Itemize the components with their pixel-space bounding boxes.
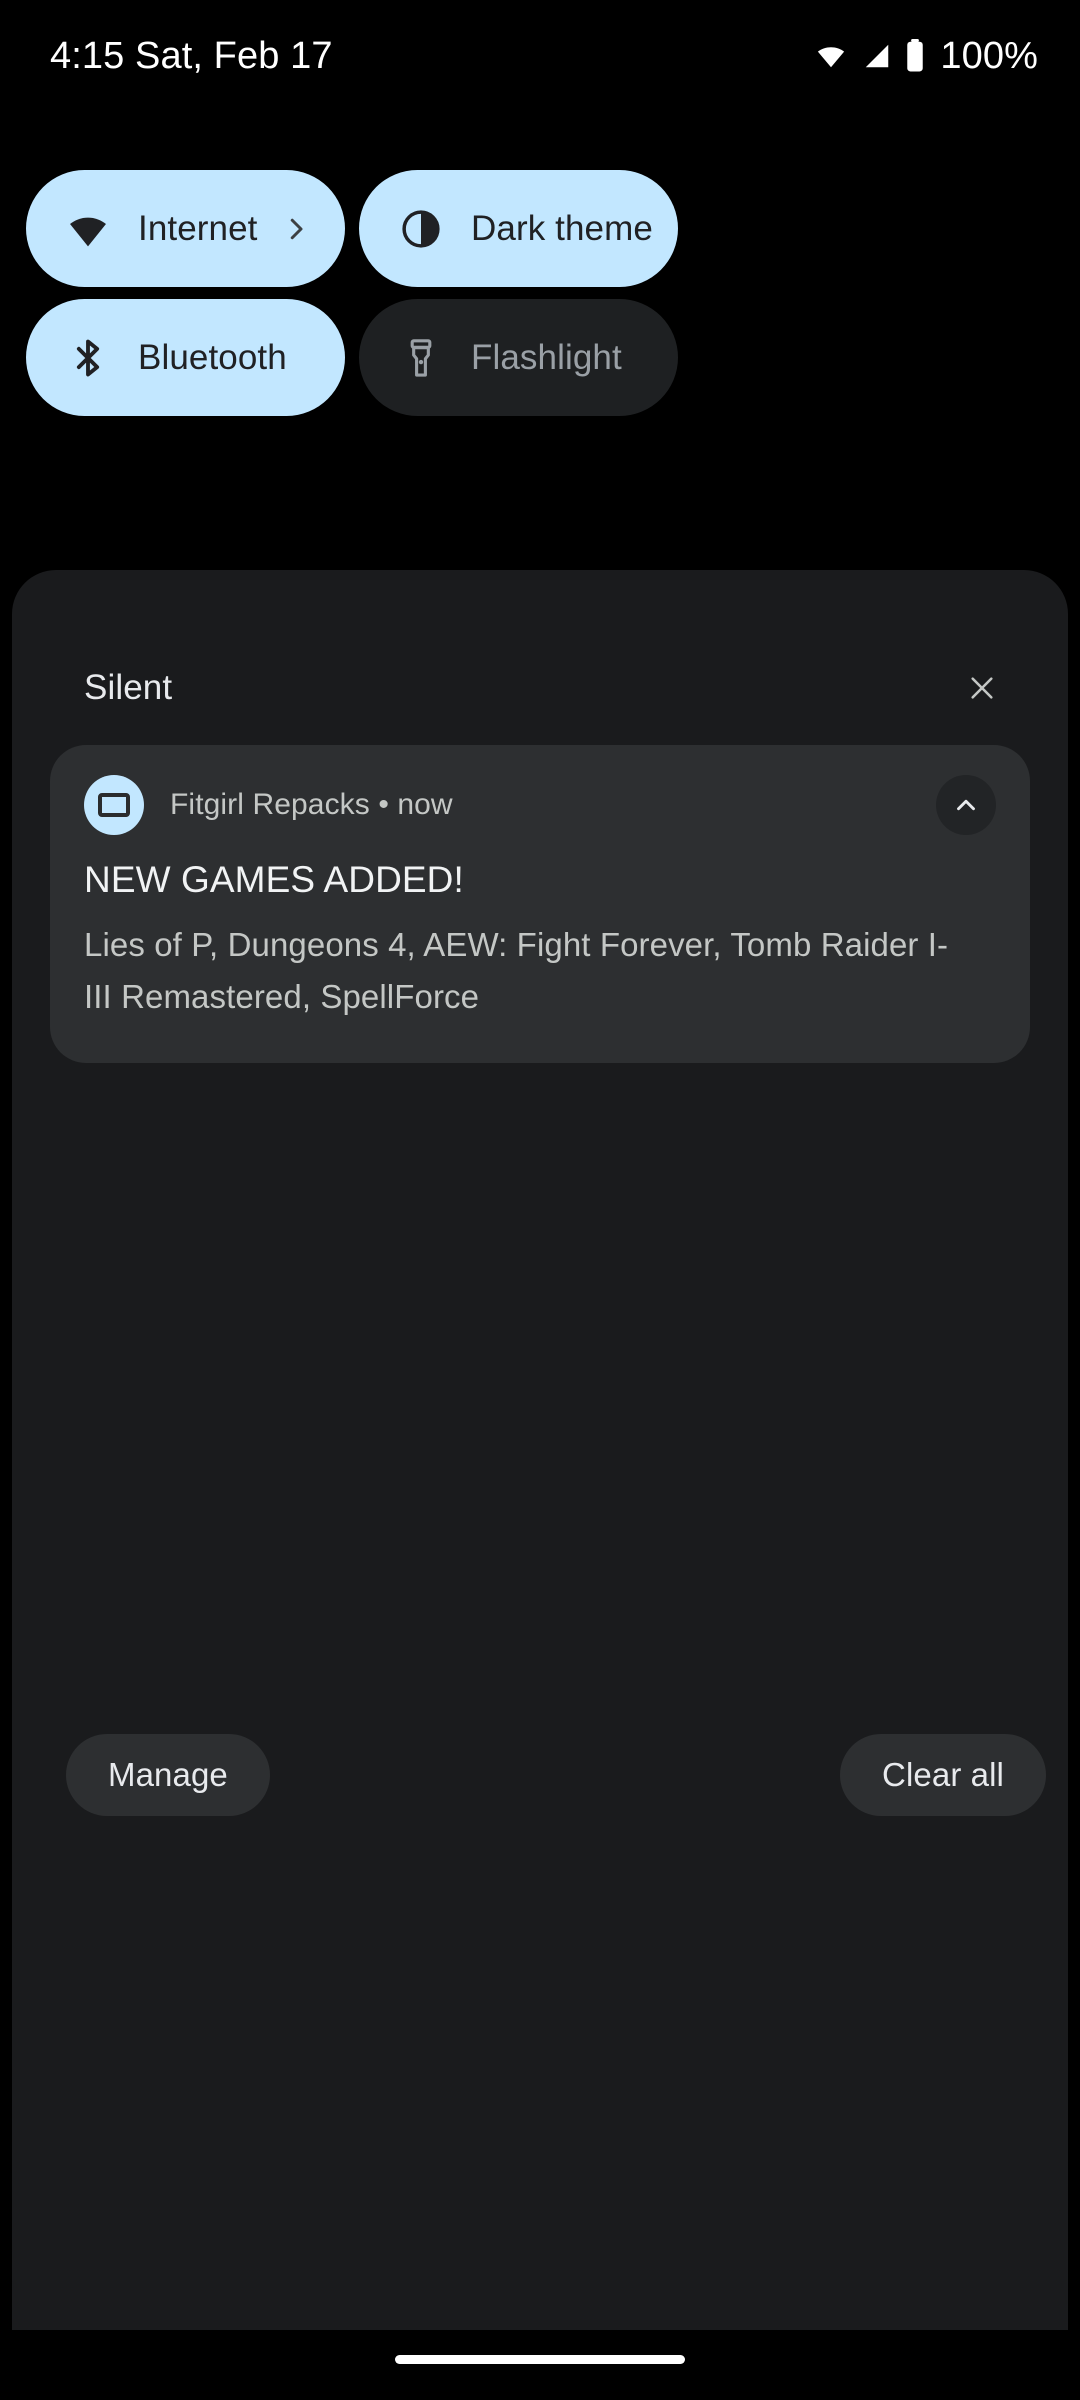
qs-tile-label-bluetooth: Bluetooth — [138, 337, 287, 377]
android-notification-shade: 4:15 Sat, Feb 17 100% Internet Dark them… — [0, 0, 1080, 2400]
battery-icon — [904, 39, 926, 73]
qs-tile-label-flashlight: Flashlight — [471, 337, 622, 377]
cellular-signal-icon — [860, 41, 894, 71]
flashlight-icon — [397, 334, 445, 382]
contrast-icon — [397, 205, 445, 253]
notification-body: Lies of P, Dungeons 4, AEW: Fight Foreve… — [84, 926, 949, 1015]
close-icon[interactable] — [956, 662, 1008, 714]
app-badge-icon — [84, 775, 144, 835]
qs-tile-bluetooth[interactable]: Bluetooth — [26, 299, 345, 416]
wifi-icon — [64, 205, 112, 253]
qs-tile-flashlight[interactable]: Flashlight — [359, 299, 678, 416]
bluetooth-icon — [64, 334, 112, 382]
notification-app-and-time: Fitgirl Repacks • now — [170, 788, 453, 821]
notification-section-header: Silent — [84, 658, 1008, 718]
chevron-up-icon[interactable] — [936, 775, 996, 835]
notification-card[interactable]: Fitgirl Repacks • now NEW GAMES ADDED! L… — [50, 745, 1030, 1063]
chevron-right-icon[interactable] — [279, 212, 313, 246]
notification-header: Fitgirl Repacks • now — [84, 775, 996, 835]
qs-tile-internet[interactable]: Internet — [26, 170, 345, 287]
wifi-icon — [812, 41, 850, 71]
quick-settings-grid: Internet Dark theme Bluetooth Flashlight — [26, 170, 1054, 416]
manage-button[interactable]: Manage — [66, 1734, 270, 1816]
notification-footer: Manage Clear all — [66, 1725, 1046, 1825]
app-badge-glyph — [98, 793, 130, 817]
notification-panel: Silent Fitgirl Repacks • now NEW GAMES A… — [12, 570, 1068, 2330]
notification-section-title: Silent — [84, 668, 173, 707]
status-icon-group: 100% — [812, 35, 1038, 78]
qs-tile-dark-theme[interactable]: Dark theme — [359, 170, 678, 287]
qs-tile-label-internet: Internet — [138, 208, 258, 248]
home-gesture-indicator[interactable] — [395, 2355, 685, 2364]
battery-percentage: 100% — [940, 34, 1038, 77]
clear-all-button[interactable]: Clear all — [840, 1734, 1046, 1816]
status-bar: 4:15 Sat, Feb 17 100% — [0, 0, 1080, 112]
notification-title: NEW GAMES ADDED! — [84, 859, 464, 900]
qs-tile-label-dark-theme: Dark theme — [471, 208, 653, 248]
status-clock: 4:15 Sat, Feb 17 — [50, 34, 333, 77]
